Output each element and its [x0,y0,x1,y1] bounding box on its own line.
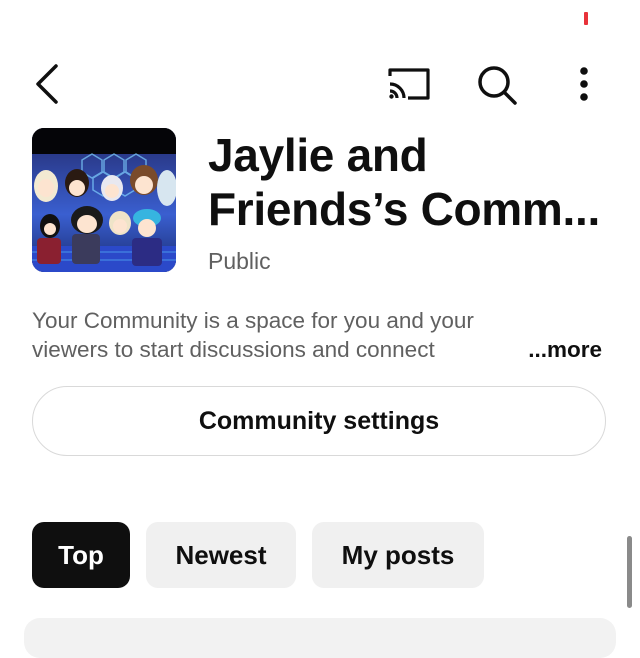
post-card[interactable] [24,618,616,658]
description-line-2: viewers to start discussions and connect [32,337,435,362]
status-indicator [584,12,588,25]
description-line-1: Your Community is a space for you and yo… [32,308,474,333]
chevron-left-icon[interactable] [28,62,68,106]
scrollbar[interactable] [627,536,632,608]
community-title-line-2: Friends’s Comm... [208,183,600,235]
tab-newest[interactable]: Newest [146,522,296,588]
community-avatar [32,128,176,272]
community-title-line-1: Jaylie and [208,129,428,181]
more-vertical-icon[interactable] [570,62,598,106]
description-more-link[interactable]: ...more [524,335,602,364]
community-title: Jaylie and Friends’s Comm... [208,128,608,236]
tab-my-posts[interactable]: My posts [312,522,484,588]
tab-top[interactable]: Top [32,522,130,588]
community-description: Your Community is a space for you and yo… [32,306,612,364]
community-privacy-label: Public [208,248,271,274]
cast-icon[interactable] [384,64,432,104]
community-settings-button[interactable]: Community settings [32,386,606,456]
search-icon[interactable] [474,62,520,108]
